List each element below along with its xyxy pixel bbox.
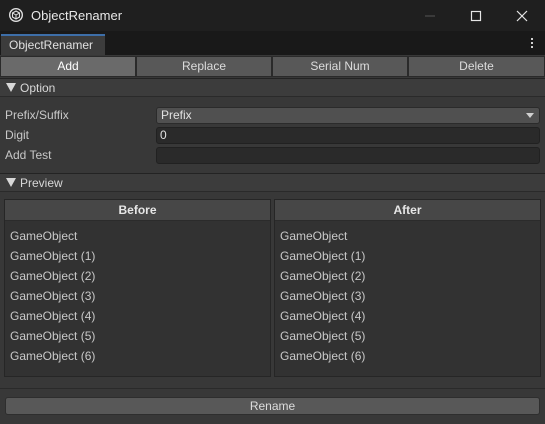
after-list-item: GameObject (6)	[280, 349, 366, 363]
delete-tab-button[interactable]: Delete	[409, 57, 544, 76]
maximize-icon	[470, 10, 482, 21]
after-header: After	[275, 200, 540, 221]
before-panel: Before GameObject GameObject (1) GameObj…	[4, 199, 271, 377]
chevron-down-icon	[526, 113, 534, 118]
prefix-suffix-value: Prefix	[161, 108, 192, 122]
minimize-button[interactable]	[407, 0, 453, 31]
close-button[interactable]	[499, 0, 545, 31]
add-tab-button[interactable]: Add	[1, 57, 135, 76]
maximize-button[interactable]	[453, 0, 499, 31]
preview-header-label: Preview	[20, 176, 63, 190]
unity-logo-icon	[9, 8, 23, 22]
after-list-item: GameObject (3)	[280, 289, 366, 303]
after-list-item: GameObject (1)	[280, 249, 366, 263]
add-test-label: Add Test	[5, 148, 52, 162]
mode-toolbar: Add Replace Serial Num Delete	[0, 56, 545, 77]
before-list-item: GameObject (4)	[10, 309, 96, 323]
title-bar: ObjectRenamer	[0, 0, 545, 31]
before-list-item: GameObject (6)	[10, 349, 96, 363]
after-panel: After GameObject GameObject (1) GameObje…	[274, 199, 541, 377]
before-header: Before	[5, 200, 270, 221]
before-list-item: GameObject (3)	[10, 289, 96, 303]
kebab-menu-icon[interactable]	[528, 36, 536, 50]
divider	[0, 388, 545, 389]
digit-label: Digit	[5, 128, 30, 142]
before-list-item: GameObject (5)	[10, 329, 96, 343]
before-list-item: GameObject (1)	[10, 249, 96, 263]
close-icon	[516, 10, 528, 21]
prefix-suffix-dropdown[interactable]: Prefix	[156, 107, 540, 124]
replace-tab-button[interactable]: Replace	[137, 57, 271, 76]
foldout-arrow-icon	[6, 178, 16, 187]
preview-foldout[interactable]: Preview	[0, 173, 545, 192]
option-foldout[interactable]: Option	[0, 78, 545, 97]
after-list-item: GameObject	[280, 229, 348, 243]
window-title: ObjectRenamer	[31, 8, 123, 23]
after-list-item: GameObject (4)	[280, 309, 366, 323]
editor-window: ObjectRenamer ObjectRenamer Add Replace …	[0, 0, 545, 424]
before-list-item: GameObject	[10, 229, 78, 243]
tab-bar: ObjectRenamer	[0, 31, 545, 55]
tab-object-renamer[interactable]: ObjectRenamer	[1, 34, 105, 55]
foldout-arrow-icon	[6, 83, 16, 92]
digit-field[interactable]: 0	[156, 127, 540, 144]
rename-button[interactable]: Rename	[5, 397, 540, 415]
serial-num-tab-button[interactable]: Serial Num	[273, 57, 407, 76]
option-header-label: Option	[20, 81, 56, 95]
before-list-item: GameObject (2)	[10, 269, 96, 283]
after-list-item: GameObject (2)	[280, 269, 366, 283]
prefix-suffix-label: Prefix/Suffix	[5, 108, 69, 122]
minimize-icon	[425, 15, 435, 16]
after-list-item: GameObject (5)	[280, 329, 366, 343]
add-test-field[interactable]	[156, 147, 540, 164]
